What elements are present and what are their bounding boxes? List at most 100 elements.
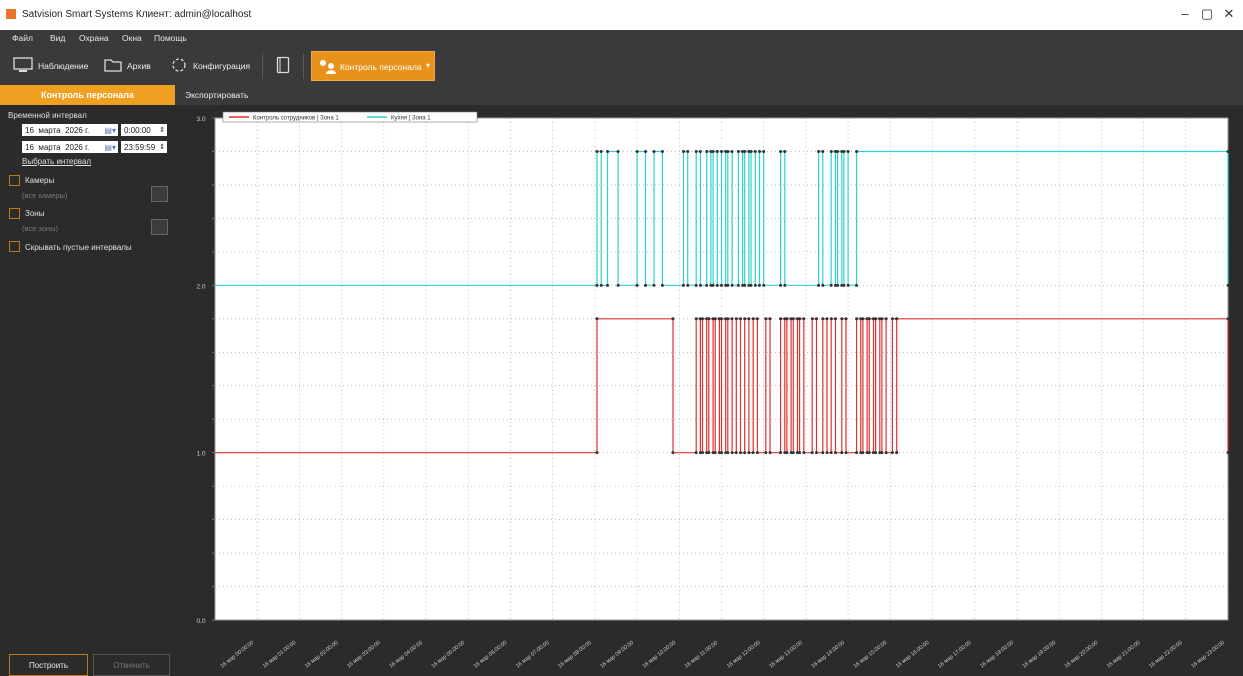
data-point (842, 283, 846, 287)
cameras-checkbox[interactable] (9, 175, 20, 186)
data-point (698, 149, 702, 153)
data-point (836, 149, 840, 153)
minimize-icon[interactable]: – (1175, 6, 1195, 21)
data-point (884, 451, 888, 455)
data-point (595, 149, 599, 153)
x-tick-label: 16 мар 23:00:00 (1190, 640, 1226, 670)
data-point (821, 451, 825, 455)
data-point (840, 317, 844, 321)
data-point (686, 283, 690, 287)
data-point (726, 283, 730, 287)
content-tab-bar: Экспортировать (175, 85, 1243, 105)
menu-windows[interactable]: Окна (122, 33, 142, 43)
data-point (705, 149, 709, 153)
data-point (840, 451, 844, 455)
data-point (895, 451, 899, 455)
data-point (751, 451, 755, 455)
data-point (895, 317, 899, 321)
x-tick-label: 16 мар 08:00:00 (557, 640, 593, 670)
data-point (791, 451, 795, 455)
menu-view[interactable]: Вид (50, 33, 65, 43)
data-point (842, 149, 846, 153)
legend-label: Кухня | Зона 1 (391, 116, 431, 122)
data-point (855, 283, 859, 287)
x-tick-label: 16 мар 13:00:00 (768, 640, 804, 670)
data-point (736, 283, 740, 287)
data-point (694, 451, 698, 455)
build-button[interactable]: Построить (9, 654, 88, 676)
data-point (694, 283, 698, 287)
data-point (836, 283, 840, 287)
data-point (635, 149, 639, 153)
data-point (707, 451, 711, 455)
x-tick-label: 16 мар 04:00:00 (388, 640, 424, 670)
data-point (743, 149, 747, 153)
cameras-placeholder: (все камеры) (22, 191, 68, 200)
data-point (762, 149, 766, 153)
data-point (734, 451, 738, 455)
spinner-icon[interactable]: ⇕ (159, 126, 165, 134)
zones-checkbox[interactable] (9, 208, 20, 219)
data-point (694, 317, 698, 321)
personnel-control-button[interactable]: Контроль персонала ▾ (311, 51, 435, 81)
left-panel (0, 85, 175, 674)
calendar-icon[interactable]: ▤▾ (104, 143, 116, 152)
data-point (844, 451, 848, 455)
x-tick-label: 16 мар 21:00:00 (1106, 640, 1142, 670)
menu-security[interactable]: Охрана (79, 33, 109, 43)
observation-button[interactable]: Наблюдение (13, 55, 88, 77)
from-date-field[interactable]: 16 марта 2026 г. ▤▾ (22, 124, 118, 136)
data-point (874, 317, 878, 321)
dropdown-arrow-icon[interactable]: ▾ (426, 61, 430, 70)
export-tab[interactable]: Экспортировать (185, 90, 248, 100)
app-logo-icon (6, 9, 16, 19)
data-point (867, 451, 871, 455)
data-point (726, 317, 730, 321)
data-point (785, 317, 789, 321)
archive-button[interactable]: Архив (104, 55, 151, 77)
y-tick-label: 0.0 (196, 618, 205, 625)
x-tick-label: 16 мар 06:00:00 (473, 640, 509, 670)
menu-file[interactable]: Файл (12, 33, 33, 43)
data-point (757, 283, 761, 287)
data-point (738, 317, 742, 321)
data-point (715, 149, 719, 153)
data-point (671, 317, 675, 321)
gear-icon (170, 56, 188, 76)
to-date-field[interactable]: 16 марта 2026 г. ▤▾ (22, 141, 118, 153)
from-time-field[interactable]: 0:00:00 ⇕ (121, 124, 167, 136)
data-point (682, 149, 686, 153)
to-time-field[interactable]: 23:59:59 ⇕ (121, 141, 167, 153)
hide-empty-checkbox[interactable] (9, 241, 20, 252)
data-point (701, 317, 705, 321)
data-point (711, 149, 715, 153)
x-tick-label: 16 мар 20:00:00 (1064, 640, 1100, 670)
data-point (635, 283, 639, 287)
x-tick-label: 16 мар 22:00:00 (1148, 640, 1184, 670)
close-icon[interactable]: ✕ (1219, 6, 1239, 22)
data-point (880, 451, 884, 455)
cancel-button[interactable]: Отменить (93, 654, 170, 676)
toolbar-separator (262, 53, 263, 79)
data-point (599, 149, 603, 153)
data-point (682, 283, 686, 287)
data-point (720, 149, 723, 153)
calendar-icon[interactable]: ▤▾ (104, 126, 116, 135)
hide-empty-label: Скрывать пустые интервалы (25, 243, 132, 252)
spinner-icon[interactable]: ⇕ (159, 143, 165, 151)
choose-interval-link[interactable]: Выбрать интервал (22, 157, 91, 166)
book-button[interactable] (276, 55, 295, 77)
data-point (779, 317, 783, 321)
zones-select-button[interactable] (151, 219, 168, 235)
data-point (821, 283, 825, 287)
configuration-button[interactable]: Конфигурация (170, 55, 250, 77)
cameras-select-button[interactable] (151, 186, 168, 202)
data-point (713, 317, 717, 321)
menu-help[interactable]: Помощь (154, 33, 187, 43)
data-point (734, 317, 738, 321)
data-point (1226, 283, 1230, 287)
data-point (730, 317, 734, 321)
data-point (798, 451, 802, 455)
restore-icon[interactable]: ▢ (1197, 6, 1217, 22)
data-point (599, 283, 603, 287)
